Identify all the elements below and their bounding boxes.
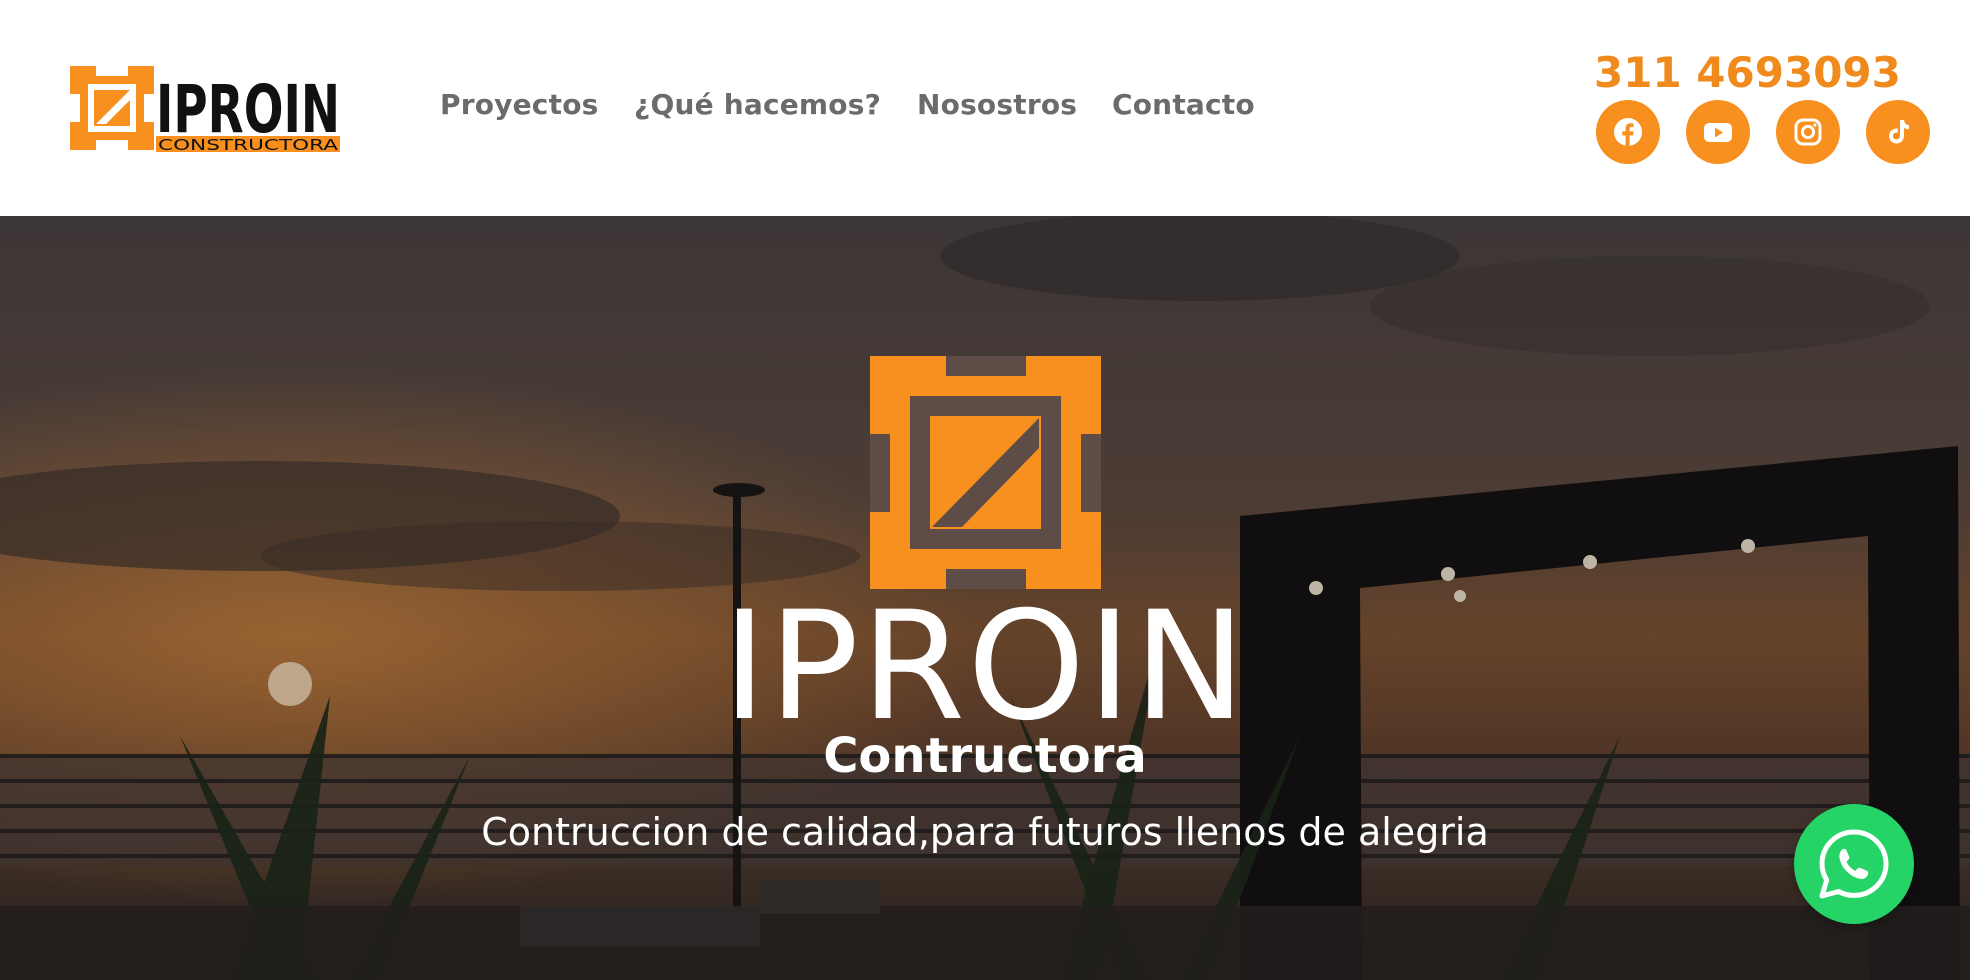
logo-mark-icon: [70, 66, 154, 150]
site-header: IPROIN CONSTRUCTORA Proyectos ¿Qué hacem…: [0, 0, 1970, 216]
hero-logo-icon: [870, 356, 1101, 589]
hero-section: IPROIN Contructora Contruccion de calida…: [0, 216, 1970, 980]
instagram-button[interactable]: [1776, 100, 1840, 164]
facebook-button[interactable]: [1596, 100, 1660, 164]
tiktok-button[interactable]: [1866, 100, 1930, 164]
nav-item-contacto[interactable]: Contacto: [1112, 88, 1255, 121]
tiktok-icon: [1889, 120, 1909, 144]
nav-item-proyectos[interactable]: Proyectos: [440, 88, 599, 121]
instagram-icon: [1794, 118, 1822, 146]
whatsapp-button[interactable]: [1794, 804, 1914, 924]
logo-subtitle: CONSTRUCTORA: [158, 136, 339, 152]
site-logo[interactable]: IPROIN CONSTRUCTORA: [70, 64, 340, 152]
hero-title: IPROIN: [722, 580, 1248, 754]
youtube-icon: [1704, 123, 1732, 142]
nav-item-nosotros[interactable]: Nosostros: [917, 88, 1077, 121]
hero-tagline: Contruccion de calidad,para futuros llen…: [481, 810, 1489, 854]
nav-item-que-hacemos[interactable]: ¿Qué hacemos?: [634, 88, 881, 121]
youtube-button[interactable]: [1686, 100, 1750, 164]
whatsapp-icon: [1819, 829, 1889, 899]
facebook-icon: [1614, 118, 1642, 146]
phone-number[interactable]: 311 4693093: [1594, 48, 1901, 97]
hero-subtitle: Contructora: [823, 728, 1147, 784]
